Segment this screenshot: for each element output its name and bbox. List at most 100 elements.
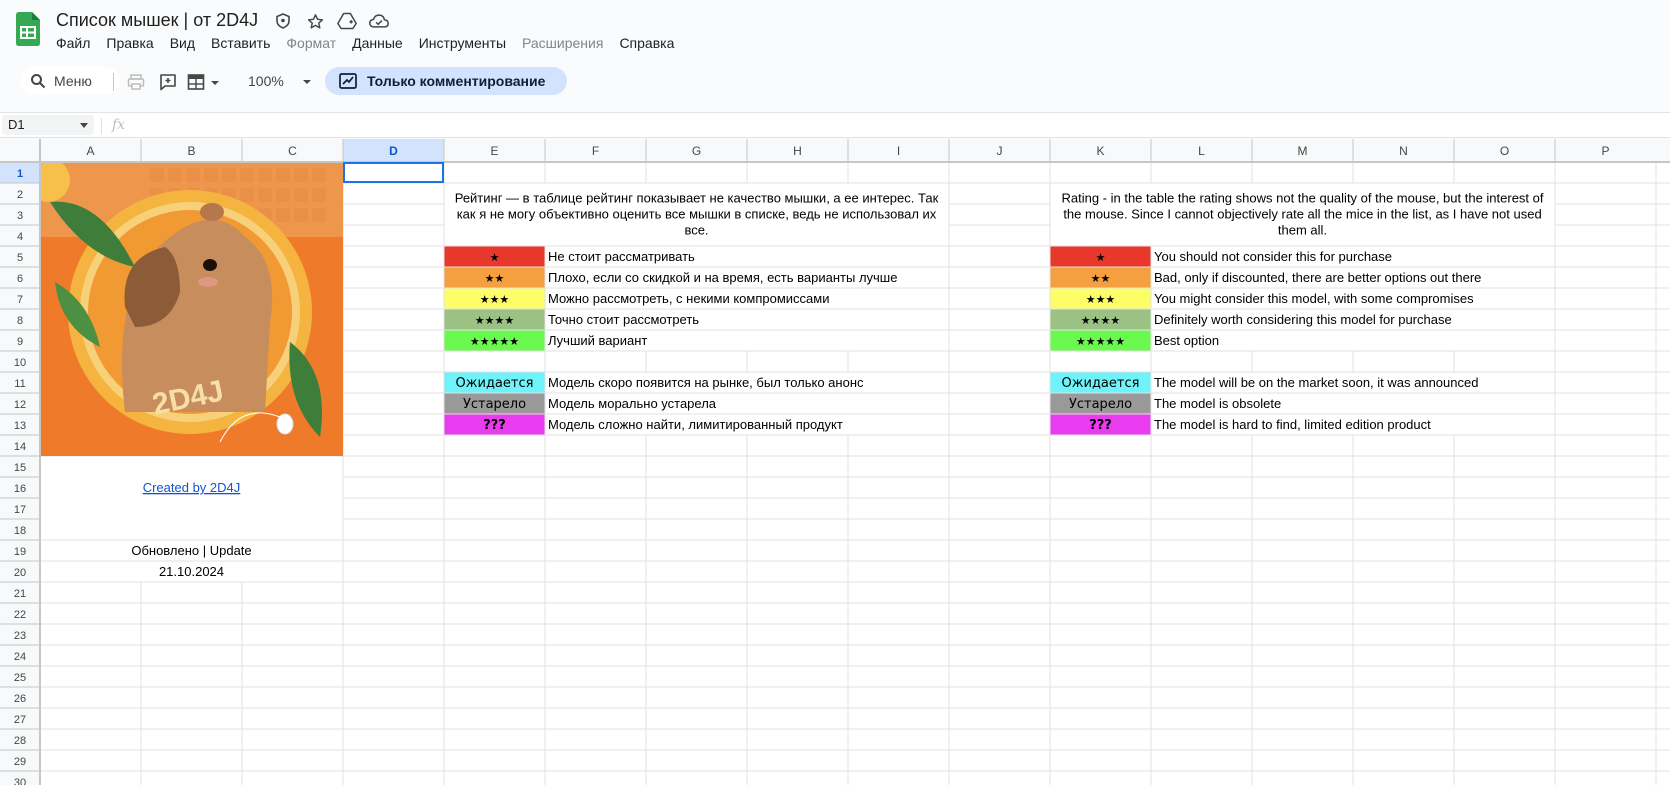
star-icon[interactable] — [305, 11, 325, 31]
column-header-I[interactable]: I — [897, 144, 900, 158]
row-header-11[interactable]: 11 — [14, 378, 25, 390]
row-header-21[interactable]: 21 — [14, 588, 26, 600]
legend-text-en: Best option — [1154, 333, 1219, 348]
zoom-value: 100% — [248, 73, 284, 89]
row-header-19[interactable]: 19 — [14, 546, 26, 558]
column-header-M[interactable]: M — [1298, 144, 1308, 158]
legend-badge-text-en: ★ — [1096, 251, 1106, 264]
chevron-down-icon — [80, 123, 88, 128]
updated-date: 21.10.2024 — [159, 564, 224, 579]
menu-bar: Файл Правка Вид Вставить Формат Данные Инструм… — [48, 34, 682, 52]
menu-search[interactable]: Меню — [20, 67, 120, 95]
column-header-O[interactable]: O — [1500, 144, 1509, 158]
column-header-C[interactable]: C — [288, 144, 297, 158]
column-header-K[interactable]: K — [1096, 144, 1104, 158]
zoom-select[interactable]: 100% — [248, 73, 312, 89]
column-header-N[interactable]: N — [1399, 144, 1408, 158]
legend-badge-text-ru: Ожидается — [456, 376, 534, 391]
row-header-13[interactable]: 13 — [14, 420, 26, 432]
row-header-6[interactable]: 6 — [17, 273, 23, 285]
menu-item-8[interactable]: Справка — [611, 34, 682, 52]
row-header-22[interactable]: 22 — [14, 609, 26, 621]
row-header-5[interactable]: 5 — [17, 252, 23, 264]
column-header-J[interactable]: J — [997, 144, 1003, 158]
row-header-4[interactable]: 4 — [17, 231, 23, 243]
column-header-A[interactable]: A — [86, 144, 94, 158]
column-header-G[interactable]: G — [692, 144, 701, 158]
column-header-D[interactable]: D — [389, 144, 398, 158]
cloud-saved-icon[interactable] — [369, 11, 389, 31]
menu-item-7[interactable]: Расширения — [514, 34, 611, 52]
column-header-E[interactable]: E — [490, 144, 498, 158]
menu-search-label: Меню — [54, 73, 92, 89]
row-header-17[interactable]: 17 — [14, 504, 26, 516]
keyboard-key — [168, 168, 182, 182]
menu-item-2[interactable]: Вид — [162, 34, 203, 52]
row-header-24[interactable]: 24 — [14, 651, 26, 663]
menu-item-4[interactable]: Формат — [278, 34, 344, 52]
print-icon[interactable] — [125, 71, 147, 93]
menu-item-1[interactable]: Правка — [98, 34, 161, 52]
row-header-28[interactable]: 28 — [14, 735, 26, 747]
freeze-table-icon[interactable] — [187, 71, 223, 93]
app-bar: Список мышек | от 2D4J Файл Правка Вид Вста… — [0, 0, 1670, 58]
menu-item-5[interactable]: Данные — [344, 34, 411, 52]
keyboard-key — [222, 168, 236, 182]
keyboard-key — [258, 188, 272, 202]
legend-badge-text-ru: ??? — [483, 418, 506, 433]
sheet-canvas[interactable]: 2D4JCreated by 2D4JОбновлено | Update21.… — [0, 139, 1670, 785]
legend-badge-text-ru: ★★★ — [480, 293, 510, 306]
selected-cell[interactable] — [343, 162, 444, 183]
sheets-logo-icon[interactable] — [16, 12, 40, 46]
row-header-9[interactable]: 9 — [17, 336, 23, 348]
keyboard-key — [312, 188, 326, 202]
row-header-27[interactable]: 27 — [14, 714, 26, 726]
legend-text-ru: Модель скоро появится на рынке, был толь… — [548, 375, 864, 390]
keyboard-key — [294, 188, 308, 202]
row-header-7[interactable]: 7 — [17, 294, 23, 306]
column-header-F[interactable]: F — [592, 144, 599, 158]
add-comment-icon[interactable] — [157, 71, 179, 93]
sheet-grid[interactable]: 2D4J Created by 2D4J Обновлено | Update 21.… — [0, 139, 1670, 785]
row-header-30[interactable]: 30 — [14, 777, 26, 785]
row-header-2[interactable]: 2 — [17, 189, 23, 201]
row-header-1[interactable]: 1 — [17, 168, 23, 180]
keyboard-key — [186, 168, 200, 182]
column-header-P[interactable]: P — [1601, 144, 1609, 158]
row-header-10[interactable]: 10 — [14, 357, 26, 369]
menu-item-6[interactable]: Инструменты — [411, 34, 514, 52]
row-header-3[interactable]: 3 — [17, 210, 23, 222]
created-by-link[interactable]: Created by 2D4J — [143, 480, 241, 495]
menu-item-3[interactable]: Вставить — [203, 34, 278, 52]
move-to-drive-icon[interactable] — [337, 11, 357, 31]
row-header-20[interactable]: 20 — [14, 567, 26, 579]
row-header-8[interactable]: 8 — [17, 315, 23, 327]
comment-only-button[interactable]: Только комментирование — [325, 67, 567, 95]
row-header-29[interactable]: 29 — [14, 756, 26, 768]
row-header-23[interactable]: 23 — [14, 630, 26, 642]
legend-text-en: The model is hard to find, limited editi… — [1154, 417, 1431, 432]
row-header-16[interactable]: 16 — [14, 483, 26, 495]
legend-text-ru: Модель сложно найти, лимитированный прод… — [548, 417, 843, 432]
keyboard-key — [294, 208, 308, 222]
row-header-12[interactable]: 12 — [14, 399, 26, 411]
column-header-B[interactable]: B — [187, 144, 195, 158]
row-header-14[interactable]: 14 — [14, 441, 26, 453]
row-header-26[interactable]: 26 — [14, 693, 26, 705]
document-title[interactable]: Список мышек | от 2D4J — [56, 10, 258, 31]
merged-cell[interactable] — [40, 456, 343, 540]
column-header-H[interactable]: H — [793, 144, 802, 158]
cell-reference: D1 — [8, 117, 25, 132]
row-header-25[interactable]: 25 — [14, 672, 26, 684]
keyboard-key — [312, 208, 326, 222]
menu-item-0[interactable]: Файл — [48, 34, 98, 52]
row-header-15[interactable]: 15 — [14, 462, 26, 474]
legend-badge-text-ru: ★ — [490, 251, 500, 264]
legend-badge-text-ru: ★★ — [485, 272, 505, 285]
row-header-18[interactable]: 18 — [14, 525, 26, 537]
shield-icon[interactable] — [273, 11, 293, 31]
column-header-L[interactable]: L — [1198, 144, 1205, 158]
legend-text-ru: Не стоит рассматривать — [548, 249, 695, 264]
legend-text-en: The model is obsolete — [1154, 396, 1281, 411]
name-box[interactable]: D1 — [2, 115, 94, 135]
